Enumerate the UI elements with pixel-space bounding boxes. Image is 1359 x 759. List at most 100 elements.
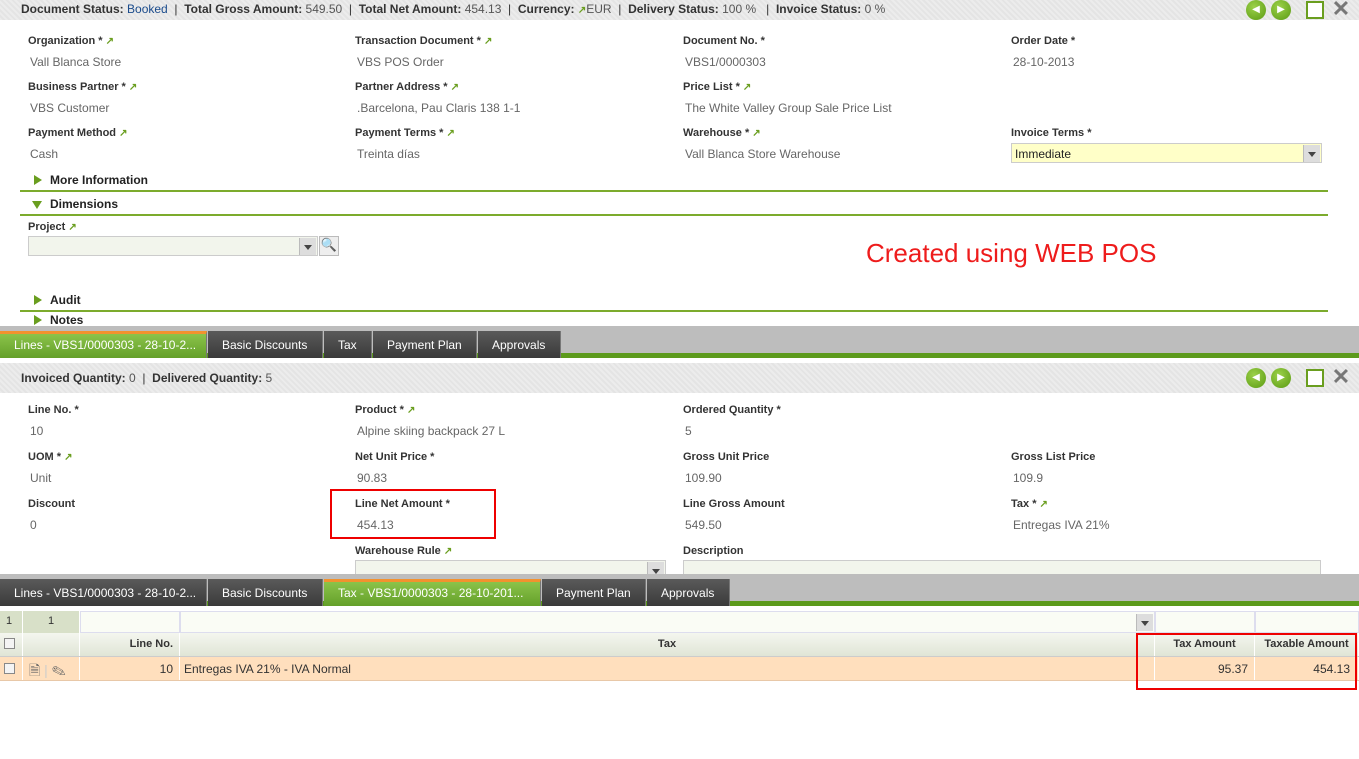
expand-icon <box>34 295 42 305</box>
cell-tax: Entregas IVA 21% - IVA Normal <box>180 657 1155 680</box>
section-more-information[interactable]: More Information <box>20 168 1328 192</box>
project-select[interactable] <box>28 236 318 256</box>
link-arrow-icon[interactable]: ↗ <box>578 5 586 16</box>
line-gross-amount-value: 549.50 <box>685 518 722 532</box>
payment-terms-label: Payment Terms * ↗ <box>355 127 455 139</box>
line-no-value: 10 <box>30 424 44 438</box>
previous-record-button[interactable]: ◀ <box>1246 368 1266 388</box>
tab-payment-plan[interactable]: Payment Plan <box>373 331 477 358</box>
invoice-terms-value: Immediate <box>1015 147 1072 161</box>
filter-tax[interactable] <box>180 611 1155 633</box>
chevron-down-icon[interactable] <box>1303 145 1320 162</box>
warehouse-value: Vall Blanca Store Warehouse <box>685 147 841 161</box>
tab-bar: Lines - VBS1/0000303 - 28-10-2... Basic … <box>0 574 1359 606</box>
order-date-value: 28-10-2013 <box>1013 55 1075 69</box>
gross-list-price-value: 109.9 <box>1013 471 1044 485</box>
tab-payment-plan[interactable]: Payment Plan <box>542 579 646 606</box>
business-partner-label: Business Partner * ↗ <box>28 81 138 93</box>
section-notes[interactable]: Notes <box>20 313 1328 327</box>
grid-filter-row: 1 1 <box>0 611 1359 633</box>
highlight-box <box>330 489 496 539</box>
header-tax[interactable]: Tax <box>180 633 1155 656</box>
discount-value: 0 <box>30 518 37 532</box>
selected-count: 1 <box>23 611 80 633</box>
organization-label: Organization * ↗ <box>28 35 115 47</box>
expand-icon <box>34 315 42 325</box>
actions-header <box>23 633 80 656</box>
edit-pencil-icon[interactable]: ✎ <box>52 662 66 678</box>
tab-approvals[interactable]: Approvals <box>478 331 561 358</box>
tab-tax[interactable]: Tax - VBS1/0000303 - 28-10-201... <box>324 579 541 606</box>
maximize-button[interactable] <box>1306 369 1324 387</box>
filter-tax-amount[interactable] <box>1155 611 1255 633</box>
collapse-icon <box>32 201 42 209</box>
order-date-label: Order Date * <box>1011 35 1076 47</box>
expand-icon <box>34 175 42 185</box>
document-icon[interactable]: 🗎 <box>29 662 40 678</box>
project-label: Project ↗ <box>28 221 77 233</box>
discount-label: Discount <box>28 498 76 510</box>
section-audit[interactable]: Audit <box>20 288 1328 312</box>
invoice-terms-select[interactable]: Immediate <box>1011 143 1322 163</box>
filter-taxable-amount[interactable] <box>1255 611 1359 633</box>
document-status-value[interactable]: Booked <box>127 2 168 16</box>
row-checkbox[interactable] <box>0 657 23 680</box>
net-unit-price-value: 90.83 <box>357 471 388 485</box>
partner-address-value: .Barcelona, Pau Claris 138 1-1 <box>357 101 521 115</box>
next-record-button[interactable]: ▶ <box>1271 0 1291 20</box>
price-list-label: Price List * ↗ <box>683 81 752 93</box>
tab-basic-discounts[interactable]: Basic Discounts <box>208 579 323 606</box>
payment-method-label: Payment Method ↗ <box>28 127 128 139</box>
line-net-amount-label: Line Net Amount * <box>355 498 450 510</box>
gross-label: Total Gross Amount: <box>184 2 303 16</box>
uom-label: UOM * ↗ <box>28 451 73 463</box>
section-dimensions[interactable]: Dimensions <box>20 192 1328 216</box>
previous-record-button[interactable]: ◀ <box>1246 0 1266 20</box>
document-no-label: Document No. * <box>683 35 765 47</box>
chevron-down-icon[interactable] <box>1136 614 1153 631</box>
description-label: Description <box>683 545 744 557</box>
ordered-quantity-value: 5 <box>685 424 692 438</box>
document-status-bar: Document Status: Booked | Total Gross Am… <box>0 0 1359 20</box>
close-button[interactable]: ✕ <box>1331 0 1351 20</box>
gross-value: 549.50 <box>305 2 343 16</box>
tab-bar: Lines - VBS1/0000303 - 28-10-2... Basic … <box>0 326 1359 358</box>
payment-method-value: Cash <box>30 147 59 161</box>
net-label: Total Net Amount: <box>358 2 462 16</box>
row-count: 1 <box>0 611 23 633</box>
invoice-value: 0 % <box>864 2 886 16</box>
payment-terms-value: Treinta días <box>357 147 420 161</box>
warehouse-label: Warehouse * ↗ <box>683 127 761 139</box>
annotation-text: Created using WEB POS <box>866 238 1157 268</box>
product-label: Product * ↗ <box>355 404 416 416</box>
highlight-box <box>1136 633 1357 690</box>
tab-basic-discounts[interactable]: Basic Discounts <box>208 331 323 358</box>
select-all-checkbox[interactable] <box>0 633 23 656</box>
business-partner-value: VBS Customer <box>30 101 110 115</box>
line-no-label: Line No. * <box>28 404 79 416</box>
gross-unit-price-value: 109.90 <box>685 471 722 485</box>
tab-lines[interactable]: Lines - VBS1/0000303 - 28-10-2... <box>0 579 207 606</box>
line-net-amount-value: 454.13 <box>357 518 394 532</box>
invoice-terms-label: Invoice Terms * <box>1011 127 1092 139</box>
transaction-document-label: Transaction Document * ↗ <box>355 35 493 47</box>
delivery-value: 100 % <box>722 2 757 16</box>
tab-tax[interactable]: Tax <box>324 331 372 358</box>
chevron-down-icon[interactable] <box>299 238 316 255</box>
currency-value: EUR <box>586 2 612 16</box>
search-icon[interactable]: 🔍 <box>319 236 339 256</box>
invoice-label: Invoice Status: <box>775 2 862 16</box>
close-button[interactable]: ✕ <box>1331 366 1351 388</box>
header-line-no[interactable]: Line No. <box>80 633 180 656</box>
gross-unit-price-label: Gross Unit Price <box>683 451 770 463</box>
gross-list-price-label: Gross List Price <box>1011 451 1096 463</box>
tax-label: Tax * ↗ <box>1011 498 1048 510</box>
maximize-button[interactable] <box>1306 1 1324 19</box>
tab-lines[interactable]: Lines - VBS1/0000303 - 28-10-2... <box>0 331 207 358</box>
ordered-quantity-label: Ordered Quantity * <box>683 404 781 416</box>
warehouse-rule-label: Warehouse Rule ↗ <box>355 545 453 557</box>
filter-line-no[interactable] <box>80 611 180 633</box>
next-record-button[interactable]: ▶ <box>1271 368 1291 388</box>
net-unit-price-label: Net Unit Price * <box>355 451 435 463</box>
tab-approvals[interactable]: Approvals <box>647 579 730 606</box>
